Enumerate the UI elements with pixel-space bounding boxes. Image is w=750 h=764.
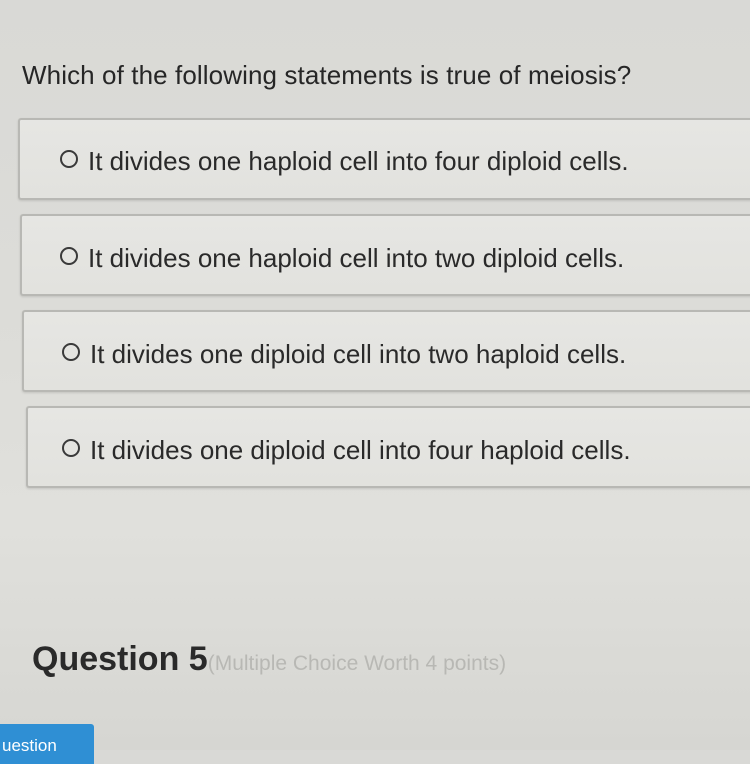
next-question-title: Question 5 [32,640,208,678]
answer-option-label: It divides one haploid cell into two dip… [88,243,625,273]
radio-button-icon[interactable] [62,343,80,361]
answer-option-label: It divides one haploid cell into four di… [88,146,629,176]
next-question-meta: (Multiple Choice Worth 4 points) [207,652,507,675]
quiz-page: Which of the following statements is tru… [0,0,750,764]
answer-option-label: It divides one diploid cell into four ha… [90,435,631,465]
answer-option-3[interactable]: It divides one diploid cell into two hap… [22,310,750,392]
answer-option-4[interactable]: It divides one diploid cell into four ha… [26,406,750,488]
answer-option-label: It divides one diploid cell into two hap… [90,339,627,369]
answer-option-2[interactable]: It divides one haploid cell into two dip… [20,214,750,296]
answer-options: It divides one haploid cell into four di… [0,0,750,750]
answer-option-1[interactable]: It divides one haploid cell into four di… [18,118,750,200]
next-question-header: Question 5(Multiple Choice Worth 4 point… [32,640,506,679]
question-button[interactable]: uestion [0,724,94,764]
radio-button-icon[interactable] [60,150,78,168]
question-button-label: uestion [2,736,57,755]
radio-button-icon[interactable] [62,439,80,457]
radio-button-icon[interactable] [60,247,78,265]
